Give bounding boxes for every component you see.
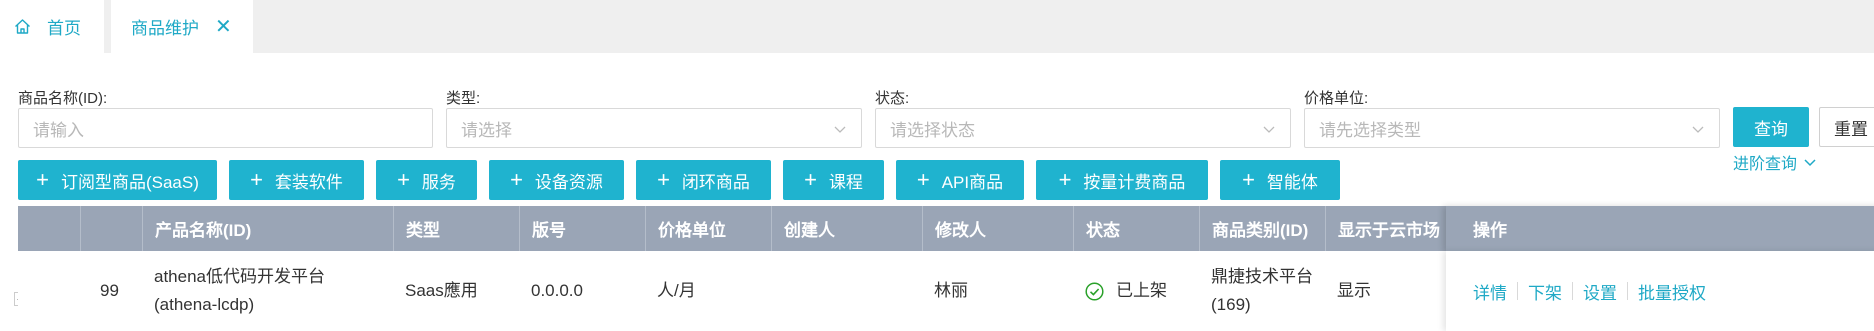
row-version: 0.0.0.0 (531, 281, 583, 300)
chevron-down-icon (1263, 126, 1275, 133)
add-api-label: API商品 (941, 172, 1004, 192)
home-icon (15, 19, 30, 34)
add-service-label: 服务 (421, 172, 456, 192)
add-device-resource-label: 设备资源 (534, 172, 603, 192)
status-select[interactable]: 请选择状态 (875, 108, 1291, 148)
row-operations: 详情 下架 设置 批量授权 (1446, 251, 1874, 331)
type-filter-label: 类型: (446, 90, 481, 107)
tab-bar: 首页 商品维护 ✕ (0, 0, 1874, 53)
divider (1627, 282, 1628, 300)
column-header-unit: 价格单位 (645, 206, 771, 251)
row-status-label: 已上架 (1116, 281, 1167, 300)
status-filter-label: 状态: (875, 90, 910, 107)
tab-active-label: 商品维护 (131, 19, 199, 38)
row-category-line2: (169) (1211, 295, 1251, 314)
unit-select-placeholder: 请先选择类型 (1319, 120, 1421, 140)
plus-icon: + (250, 167, 263, 192)
unit-filter-label: 价格单位: (1304, 90, 1369, 107)
add-service-button[interactable]: + 服务 (376, 160, 477, 200)
plus-icon: + (916, 167, 930, 192)
add-agent-label: 智能体 (1266, 172, 1318, 192)
row-index: 99 (100, 281, 119, 300)
row-modifier: 林丽 (934, 281, 968, 300)
type-select[interactable]: 请选择 (446, 108, 862, 148)
table-header: 产品名称(ID) 类型 版号 价格单位 创建人 修改人 状态 商品类别(ID) … (18, 206, 1448, 251)
type-select-placeholder: 请选择 (461, 120, 512, 140)
tab-home[interactable]: 首页 (0, 0, 104, 53)
add-metered-label: 按量计费商品 (1083, 172, 1186, 192)
check-circle-icon (1085, 281, 1104, 301)
query-button[interactable]: 查询 (1733, 107, 1809, 147)
detail-link[interactable]: 详情 (1473, 279, 1507, 304)
close-icon[interactable]: ✕ (215, 17, 232, 37)
plus-icon: + (657, 167, 670, 192)
column-header-category: 商品类别(ID) (1199, 206, 1325, 251)
column-header-version: 版号 (519, 206, 645, 251)
status-select-placeholder: 请选择状态 (890, 120, 975, 140)
add-package-software-button[interactable]: + 套装软件 (229, 160, 364, 200)
column-header-operations: 操作 (1446, 206, 1874, 251)
chevron-down-icon (834, 126, 846, 133)
add-device-resource-button[interactable]: + 设备资源 (489, 160, 624, 200)
expand-column-header (18, 206, 80, 251)
add-saas-label: 订阅型商品(SaaS) (60, 172, 199, 192)
row-product-name-line2: (athena-lcdp) (154, 295, 255, 314)
name-filter-label: 商品名称(ID): (18, 90, 108, 107)
row-product-name-line1: athena低代码开发平台 (154, 267, 325, 286)
reset-button[interactable]: 重置 (1819, 107, 1874, 147)
row-display: 显示 (1337, 281, 1371, 300)
row-unit: 人/月 (657, 281, 696, 300)
column-header-type: 类型 (393, 206, 519, 251)
add-course-button[interactable]: + 课程 (783, 160, 884, 200)
plus-icon: + (510, 167, 523, 192)
column-header-creator: 创建人 (771, 206, 922, 251)
advanced-query-label: 进阶查询 (1733, 156, 1798, 173)
chevron-down-icon (1692, 126, 1704, 133)
add-package-software-label: 套装软件 (274, 172, 343, 192)
row-creator (771, 251, 922, 331)
divider (1572, 282, 1573, 300)
add-agent-button[interactable]: + 智能体 (1220, 160, 1340, 200)
row-category-line1: 鼎捷技术平台 (1211, 267, 1313, 286)
column-header-display: 显示于云市场 (1325, 206, 1448, 251)
name-input-placeholder: 请输入 (33, 120, 84, 140)
column-header-status: 状态 (1073, 206, 1199, 251)
tab-product-maintenance[interactable]: 商品维护 ✕ (111, 0, 253, 53)
row-product-name: athena低代码开发平台 (athena-lcdp) (142, 251, 393, 331)
plus-icon: + (1242, 167, 1255, 192)
index-column-header (80, 206, 142, 251)
add-course-label: 课程 (828, 172, 863, 192)
column-header-name: 产品名称(ID) (142, 206, 393, 251)
tab-home-label: 首页 (47, 19, 81, 38)
divider (1517, 282, 1518, 300)
plus-icon: + (1058, 167, 1072, 192)
table-row: 99 athena低代码开发平台 (athena-lcdp) Saas應用 0.… (18, 251, 1448, 331)
advanced-query-link[interactable]: 进阶查询 (1733, 150, 1817, 174)
settings-link[interactable]: 设置 (1583, 279, 1617, 304)
plus-icon: + (36, 167, 49, 192)
add-saas-button[interactable]: + 订阅型商品(SaaS) (18, 160, 217, 200)
name-input[interactable]: 请输入 (18, 108, 433, 148)
bulk-authorize-link[interactable]: 批量授权 (1638, 279, 1706, 304)
unit-select[interactable]: 请先选择类型 (1304, 108, 1720, 148)
chevron-down-icon (1804, 159, 1816, 167)
add-api-button[interactable]: + API商品 (896, 160, 1024, 200)
row-status: 已上架 (1073, 251, 1199, 331)
row-category: 鼎捷技术平台 (169) (1199, 251, 1325, 331)
plus-icon: + (804, 167, 817, 192)
column-header-modifier: 修改人 (922, 206, 1073, 251)
delist-link[interactable]: 下架 (1528, 279, 1562, 304)
add-closed-loop-label: 闭环商品 (681, 172, 750, 192)
plus-icon: + (397, 167, 410, 192)
add-metered-button[interactable]: + 按量计费商品 (1036, 160, 1208, 200)
row-type: Saas應用 (405, 281, 478, 300)
add-closed-loop-button[interactable]: + 闭环商品 (636, 160, 771, 200)
